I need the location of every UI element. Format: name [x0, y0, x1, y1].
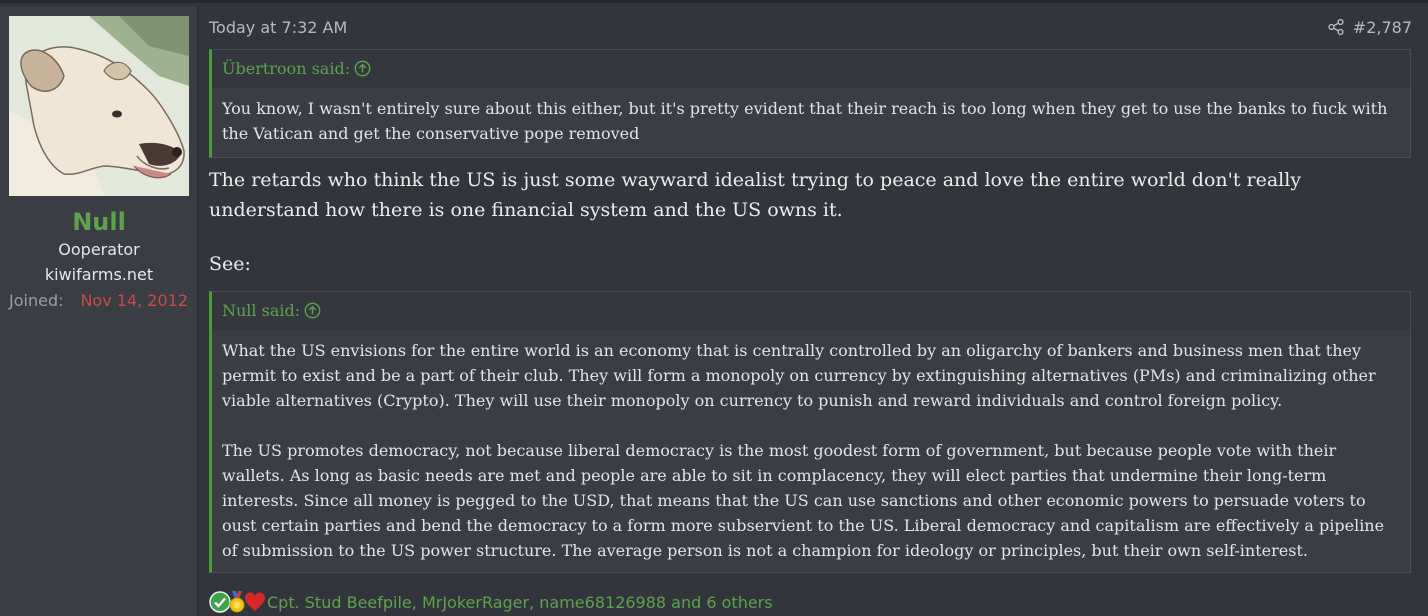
- user-site: kiwifarms.net: [44, 265, 154, 284]
- share-icon[interactable]: [1327, 18, 1345, 36]
- reaction-users-link[interactable]: Cpt. Stud Beefpile, MrJokerRager, name68…: [267, 593, 773, 612]
- post-see-text: See:: [209, 253, 251, 275]
- post-number-link[interactable]: #2,787: [1353, 18, 1412, 37]
- post-timestamp[interactable]: Today at 7:32 AM: [209, 18, 347, 37]
- quote-paragraph: The US promotes democracy, not because l…: [222, 441, 1385, 560]
- dog-avatar-icon: [9, 16, 189, 196]
- post-author-sidebar: Null Ooperator kiwifarms.net Joined: Nov…: [0, 6, 198, 616]
- reactions-bar[interactable]: Cpt. Stud Beefpile, MrJokerRager, name68…: [209, 591, 1109, 615]
- forum-post: Null Ooperator kiwifarms.net Joined: Nov…: [0, 0, 1428, 616]
- quote-author[interactable]: Null said:: [222, 301, 300, 320]
- post-main: Today at 7:32 AM #2,787 Übertroon said: …: [199, 6, 1428, 616]
- joined-date: Nov 14, 2012: [80, 291, 188, 310]
- quote-author[interactable]: Übertroon said:: [222, 59, 350, 78]
- user-title: Ooperator: [58, 240, 140, 259]
- username[interactable]: Null: [0, 208, 198, 236]
- quote-text: You know, I wasn't entirely sure about t…: [222, 99, 1388, 143]
- quote-content: What the US envisions for the entire wor…: [212, 330, 1410, 573]
- quote-paragraph: What the US envisions for the entire wor…: [222, 341, 1376, 410]
- quote-block: Null said: What the US envisions for the…: [209, 291, 1411, 573]
- joined-label: Joined:: [9, 291, 64, 310]
- heart-reaction-icon: [245, 592, 265, 611]
- quote-block: Übertroon said: You know, I wasn't entir…: [209, 49, 1411, 158]
- arrow-up-circle-icon[interactable]: [304, 302, 321, 319]
- avatar[interactable]: [9, 16, 189, 196]
- arrow-up-circle-icon[interactable]: [354, 60, 371, 77]
- quote-header[interactable]: Null said:: [212, 292, 1410, 330]
- quote-header[interactable]: Übertroon said:: [212, 50, 1410, 88]
- post-body-text: The retards who think the US is just som…: [209, 169, 1302, 221]
